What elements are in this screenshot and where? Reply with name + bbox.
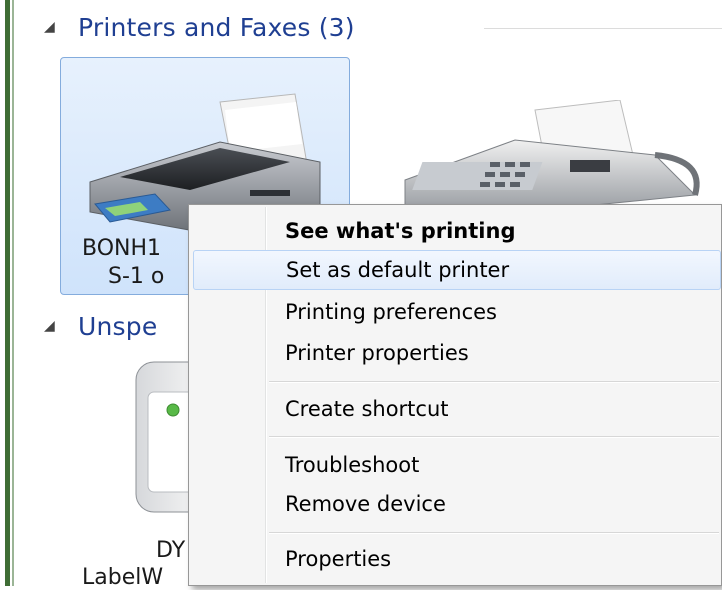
group-title: Printers and Faxes (3) <box>78 12 355 42</box>
menu-separator-highlight <box>269 382 719 383</box>
collapse-triangle-icon[interactable]: ◢ <box>44 318 78 334</box>
menu-item-properties[interactable]: Properties <box>193 539 721 579</box>
group-header-printers-faxes[interactable]: ◢ Printers and Faxes (3) <box>44 7 355 47</box>
device-name-line1: DY <box>156 538 186 563</box>
menu-item-see-whats-printing[interactable]: See what's printing <box>193 211 721 251</box>
group-header-unspecified[interactable]: ◢ Unspe <box>44 306 157 346</box>
menu-separator-highlight <box>269 437 719 438</box>
fax-icon[interactable] <box>395 100 722 210</box>
navigation-pane-edge <box>0 0 16 586</box>
collapse-triangle-icon[interactable]: ◢ <box>44 19 78 35</box>
group-divider <box>484 28 722 29</box>
device-name-line2: S-1 o <box>108 264 165 289</box>
menu-separator-highlight <box>269 533 719 534</box>
menu-item-printer-properties[interactable]: Printer properties <box>193 333 721 373</box>
device-icon[interactable] <box>128 352 188 522</box>
menu-item-troubleshoot[interactable]: Troubleshoot <box>193 445 721 485</box>
pane-border-highlight <box>12 0 14 586</box>
context-menu: See what's printing Set as default print… <box>188 204 722 586</box>
device-name-line1: BONH1 <box>82 236 162 261</box>
menu-item-set-default-printer[interactable]: Set as default printer <box>193 250 721 290</box>
menu-item-remove-device[interactable]: Remove device <box>193 484 721 524</box>
pane-border <box>5 0 10 586</box>
group-title: Unspe <box>78 311 158 341</box>
device-name-line2: LabelW <box>82 565 164 590</box>
menu-item-printing-preferences[interactable]: Printing preferences <box>193 292 721 332</box>
menu-item-create-shortcut[interactable]: Create shortcut <box>193 389 721 429</box>
